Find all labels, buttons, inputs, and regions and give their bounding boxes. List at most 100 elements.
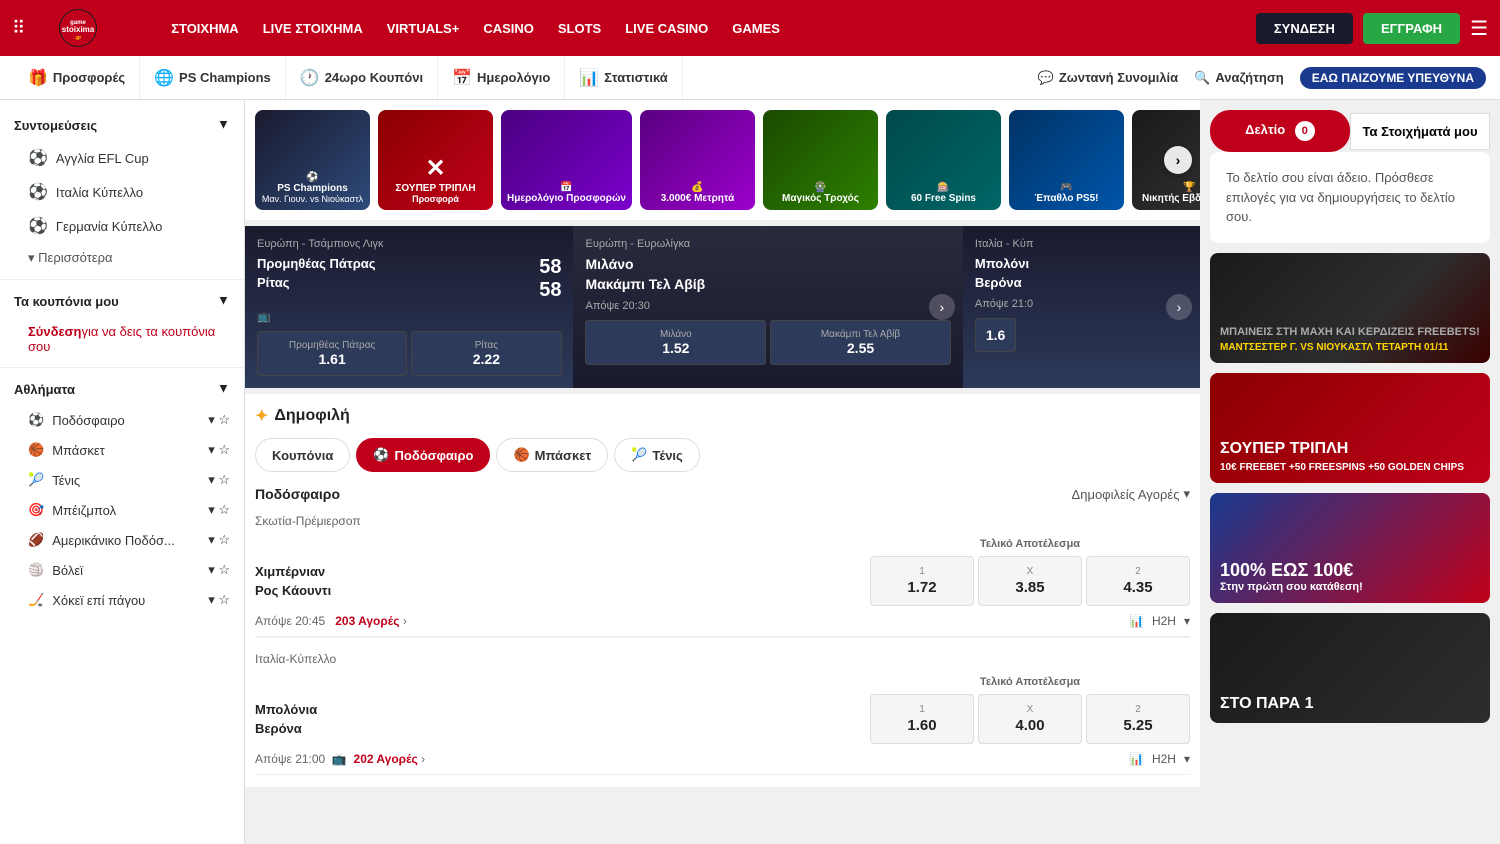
banner-free-spins[interactable]: 🎰 60 Free Spins (886, 110, 1001, 210)
nav-games[interactable]: GAMES (732, 21, 780, 36)
login-button[interactable]: ΣΥΝΔΕΣΗ (1256, 13, 1353, 44)
coupons-section-header[interactable]: Τα κουπόνια μου ▲ (0, 286, 244, 317)
sidebar-sport-baseball-inner: 🎯 Μπέιζμπολ (28, 502, 116, 518)
sidebar-sport-basketball[interactable]: 🏀 Μπάσκετ ▾ ☆ (0, 435, 244, 465)
sidebar-sport-american-football[interactable]: 🏈 Αμερικάνικο Ποδόσ... ▾ ☆ (0, 525, 244, 555)
nav-slots[interactable]: SLOTS (558, 21, 601, 36)
tab-football[interactable]: ⚽ Ποδόσφαιρο (356, 438, 490, 472)
sidebar-sport-hockey[interactable]: 🏒 Χόκεϊ επί πάγου ▾ ☆ (0, 585, 244, 615)
match-2-bet1[interactable]: Μιλάνο 1.52 (585, 320, 766, 365)
match-1-time-info: Απόψε 20:45 203 Αγορές › (255, 614, 407, 628)
promo-super-tripli[interactable]: ΣΟΥΠΕΡ ΤΡΙΠΛΗ 10€ FREEBET +50 FREESPINS … (1210, 373, 1490, 483)
nav-right: ΣΥΝΔΕΣΗ ΕΓΓΡΑΦΗ ☰ (1256, 13, 1488, 44)
nav-casino[interactable]: CASINO (483, 21, 534, 36)
match-1-bet2[interactable]: Ρίτας 2.22 (411, 331, 561, 376)
search-item[interactable]: 🔍 Αναζήτηση (1194, 70, 1284, 86)
match-1-odd2-val: 4.35 (1123, 579, 1152, 596)
amfootball-sport-icon: 🏈 (28, 532, 44, 548)
match-1-oddX-btn[interactable]: Χ 3.85 (978, 556, 1082, 606)
match-2-markets-arrow: › (421, 752, 425, 766)
promo-para1[interactable]: ΣΤΟ ΠΑΡΑ 1 (1210, 613, 1490, 723)
nav-ps-champions[interactable]: 🌐 PS Champions (140, 56, 286, 99)
match-2-odd2-btn[interactable]: 2 5.25 (1086, 694, 1190, 744)
match-1-odd1-btn[interactable]: 1 1.72 (870, 556, 974, 606)
match-row-1: Σκωτία-Πρέμιερσοπ Τελικό Αποτέλεσμα Χιμπ… (255, 510, 1190, 637)
banner-ps-champions[interactable]: ⚽ PS Champions Μαν. Γιουν. vs Νιούκαστλ (255, 110, 370, 210)
nav-offers[interactable]: 🎁 Προσφορές (14, 56, 140, 99)
nav-stoixima[interactable]: ΣΤΟΙΧΗΜΑ (171, 21, 239, 36)
sidebar-shortcut-efl[interactable]: ⚽ Αγγλία EFL Cup (0, 141, 244, 175)
shortcuts-more[interactable]: ▾ Περισσότερα (0, 243, 244, 273)
sidebar-shortcut-italy[interactable]: ⚽ Ιταλία Κύπελλο (0, 175, 244, 209)
match-1-team2-name: Ρος Κάουντι (255, 581, 862, 601)
nav-virtuals[interactable]: VIRTUALS+ (387, 21, 460, 36)
nav-calendar[interactable]: 📅 Ημερολόγιο (438, 56, 565, 99)
globe-icon: 🌐 (154, 68, 174, 88)
sidebar-sport-basketball-inner: 🏀 Μπάσκετ (28, 442, 105, 458)
match-nav-button[interactable]: › (929, 294, 955, 320)
match-2-oddX-btn[interactable]: Χ 4.00 (978, 694, 1082, 744)
match-1-markets-count[interactable]: 203 Αγορές (335, 614, 399, 628)
banner-money-icon: 💰 (691, 182, 703, 193)
live-chat-item[interactable]: 💬 Ζωντανή Συνομιλία (1038, 70, 1179, 86)
banner-calendar-icon: 📅 (560, 182, 572, 193)
tab-basketball-label: Μπάσκετ (535, 448, 592, 463)
match-2-odd1-btn[interactable]: 1 1.60 (870, 694, 974, 744)
popular-markets-button[interactable]: Δημοφιλείς Αγορές ▾ (1072, 486, 1190, 502)
match-2-bet2[interactable]: Μακάμπι Τελ Αβίβ 2.55 (770, 320, 951, 365)
coupons-login-text[interactable]: Σύνδεση (28, 324, 82, 339)
nav-live-casino[interactable]: LIVE CASINO (625, 21, 708, 36)
football-tab-icon: ⚽ (373, 447, 389, 463)
match-2-odd1-val: 1.60 (907, 717, 936, 734)
promo-100eur[interactable]: 100% ΕΩΣ 100€ Στην πρώτη σου κατάθεση! (1210, 493, 1490, 603)
clock-icon: 🕐 (300, 68, 320, 88)
tab-basketball[interactable]: 🏀 Μπάσκετ (496, 438, 608, 472)
sidebar-sport-volleyball[interactable]: 🏐 Βόλεϊ ▾ ☆ (0, 555, 244, 585)
match-3-nav-button[interactable]: › (1166, 294, 1192, 320)
nav-statistics[interactable]: 📊 Στατιστικά (565, 56, 682, 99)
sidebar-shortcut-germany[interactable]: ⚽ Γερμανία Κύπελλο (0, 209, 244, 243)
sidebar-sport-tennis[interactable]: 🎾 Τένις ▾ ☆ (0, 465, 244, 495)
nav-24h-coupon[interactable]: 🕐 24ωρο Κουπόνι (286, 56, 438, 99)
nav-24h-label: 24ωρο Κουπόνι (325, 70, 423, 85)
match-1-odd2-btn[interactable]: 2 4.35 (1086, 556, 1190, 606)
banners-next-button[interactable]: › (1164, 146, 1192, 174)
match-3-team2: Βερόνα (975, 275, 1188, 290)
banner-imerologio[interactable]: 📅 Ημερολόγιο Προσφορών (501, 110, 632, 210)
tab-coupons[interactable]: Κουπόνια (255, 438, 350, 472)
register-button[interactable]: ΕΓΓΡΑΦΗ (1363, 13, 1460, 44)
banner-epathlo[interactable]: 🎮 Έπαθλο PS5! (1009, 110, 1124, 210)
match-1-bet2-odds: 2.22 (416, 351, 556, 367)
match-3-bet1[interactable]: 1.6 (975, 318, 1016, 352)
hamburger-icon[interactable]: ☰ (1470, 16, 1488, 41)
match-1-h2h-label: H2H (1152, 614, 1176, 628)
promo-100eur-title: 100% ΕΩΣ 100€ (1220, 560, 1363, 581)
shortcuts-section-header[interactable]: Συντομεύσεις ▲ (0, 110, 244, 141)
logo[interactable]: game stoixima .gr (51, 5, 151, 51)
betslip-tab-inactive[interactable]: Τα Στοιχήματά μου (1350, 113, 1490, 150)
match-1-league-label: Σκωτία-Πρέμιερσοπ (255, 510, 1190, 532)
responsible-gambling-button[interactable]: ΕΑΩ ΠΑΙΖΟΥΜΕ ΥΠΕΥΘΥΝΑ (1300, 67, 1486, 89)
banner-super-tripli[interactable]: ✕ ΣΟΥΠΕΡ ΤΡΙΠΛΗ Προσφορά (378, 110, 493, 210)
popular-section: ✦ Δημοφιλή Κουπόνια ⚽ Ποδόσφαιρο 🏀 Μπάσκ… (245, 394, 1200, 787)
promo-freebets[interactable]: ΜΠΑΙΝΕΙΣ ΣΤΗ ΜΑΧΗ ΚΑΙ ΚΕΡΔΙΖΕΙΣ FREEBETS… (1210, 253, 1490, 363)
sidebar-sport-hockey-inner: 🏒 Χόκεϊ επί πάγου (28, 592, 145, 608)
nav-live-stoixima[interactable]: LIVE ΣΤΟΙΧΗΜΑ (263, 21, 363, 36)
banner-magikos[interactable]: 🎡 Μαγικός Τροχός (763, 110, 878, 210)
tab-tennis[interactable]: 🎾 Τένις (614, 438, 700, 472)
coupons-login-link[interactable]: Σύνδεσηγια να δεις τα κουπόνια σου (0, 317, 244, 361)
logo-icon: game stoixima .gr (59, 9, 97, 47)
match-2-markets-count[interactable]: 202 Αγορές (354, 752, 418, 766)
grid-icon[interactable]: ⠿ (12, 18, 25, 39)
match-1-bet1[interactable]: Προμηθέας Πάτρας 1.61 (257, 331, 407, 376)
nav-ps-champions-label: PS Champions (179, 70, 271, 85)
sports-section-header[interactable]: Αθλήματα ▲ (0, 374, 244, 405)
sidebar-sport-baseball[interactable]: 🎯 Μπέιζμπολ ▾ ☆ (0, 495, 244, 525)
betslip-tab-active[interactable]: Δελτίο 0 (1210, 110, 1350, 152)
match-1-h2h[interactable]: 📊 H2H ▾ (1129, 614, 1190, 628)
match-2-team2-name: Βερόνα (255, 719, 862, 739)
match-2-h2h[interactable]: 📊 H2H ▾ (1129, 752, 1190, 766)
sidebar-sport-football[interactable]: ⚽ Ποδόσφαιρο ▾ ☆ (0, 405, 244, 435)
match-1-bet1-label: Προμηθέας Πάτρας (262, 340, 402, 351)
banner-3000[interactable]: 💰 3.000€ Μετρητά (640, 110, 755, 210)
